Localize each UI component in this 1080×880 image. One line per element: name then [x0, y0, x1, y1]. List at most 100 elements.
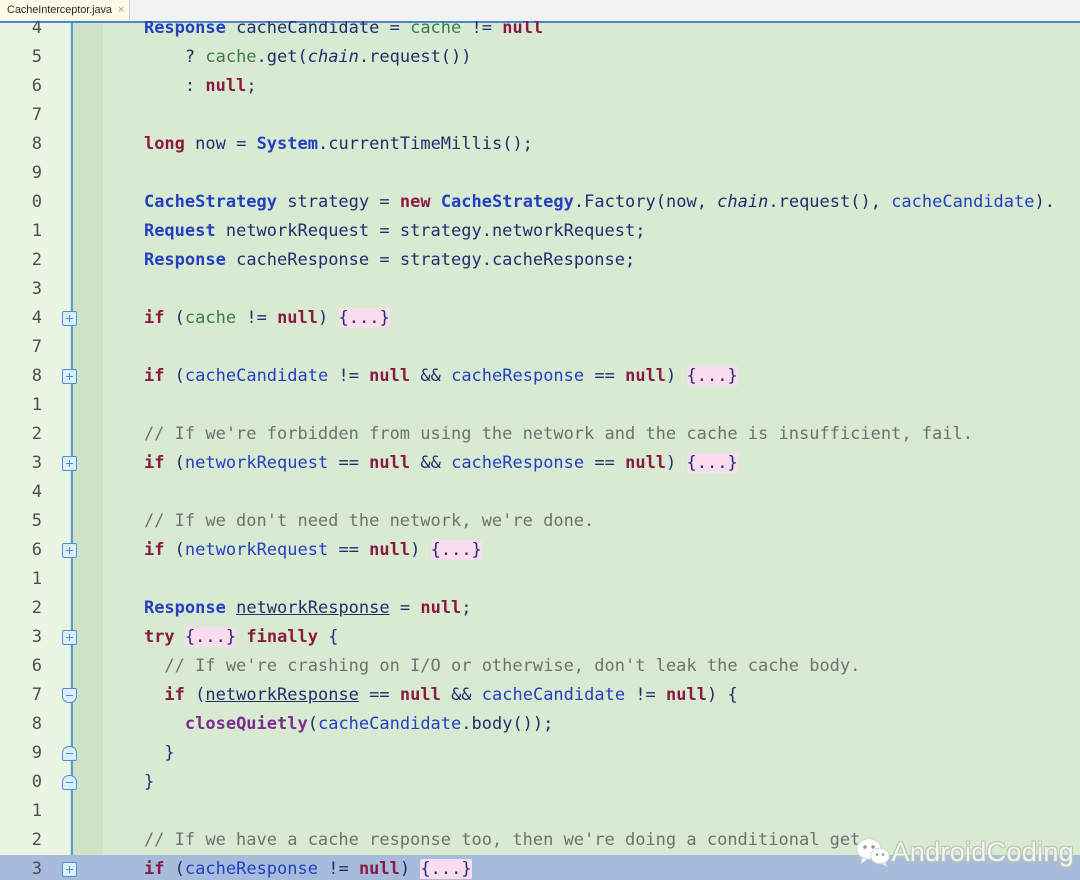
code-line[interactable]: 4 if (cache != null) {...} — [0, 304, 1080, 333]
code-line[interactable]: 4 Response cacheCandidate = cache != nul… — [0, 21, 1080, 43]
code-token: Response — [143, 21, 226, 38]
code-token: cacheCandidate — [184, 366, 329, 386]
code-line[interactable]: 6 // If we're crashing on I/O or otherwi… — [0, 652, 1080, 681]
code-line[interactable]: 2 Response cacheResponse = strategy.cach… — [0, 246, 1080, 275]
code-token: == — [328, 540, 370, 560]
line-number: 5 — [31, 47, 42, 67]
code-token: == — [584, 366, 626, 386]
code-token: } — [103, 743, 175, 763]
fold-expand-icon[interactable] — [62, 369, 77, 384]
line-number: 1 — [31, 569, 42, 589]
code-token: long — [143, 134, 185, 154]
code-token: null — [205, 76, 247, 96]
code-line[interactable]: 5 ? cache.get(chain.request()) — [0, 43, 1080, 72]
code-line[interactable]: 1 — [0, 797, 1080, 826]
code-token: ) — [666, 453, 687, 473]
code-editor-window: CacheInterceptor.java × 4 Response cache… — [0, 0, 1080, 880]
code-token: null — [277, 308, 319, 328]
line-number: 8 — [31, 714, 42, 734]
code-line[interactable]: 1 — [0, 391, 1080, 420]
fold-region-start-icon[interactable] — [62, 688, 77, 703]
line-number: 7 — [31, 105, 42, 125]
code-text: Response networkResponse = null; — [103, 594, 472, 623]
code-token: .request(), — [768, 192, 892, 212]
line-number: 2 — [31, 250, 42, 270]
code-token: if — [143, 540, 165, 560]
folded-code-placeholder[interactable]: {...} — [686, 366, 738, 386]
line-number: 3 — [31, 627, 42, 647]
code-token: ( — [164, 308, 185, 328]
code-line[interactable]: 3 if (networkRequest == null && cacheRes… — [0, 449, 1080, 478]
code-line[interactable]: 3 if (cacheResponse != null) {...} — [0, 855, 1080, 880]
code-line[interactable]: 2 Response networkResponse = null; — [0, 594, 1080, 623]
code-line[interactable]: 7 — [0, 333, 1080, 362]
code-line[interactable]: 5 // If we don't need the network, we're… — [0, 507, 1080, 536]
code-token: != — [625, 685, 667, 705]
folded-code-placeholder[interactable]: {...} — [686, 453, 738, 473]
code-token: .body()); — [461, 714, 554, 734]
code-line[interactable]: 8 long now = System.currentTimeMillis(); — [0, 130, 1080, 159]
code-line[interactable]: 8 closeQuietly(cacheCandidate.body()); — [0, 710, 1080, 739]
code-line[interactable]: 7 if (networkResponse == null && cacheCa… — [0, 681, 1080, 710]
folded-code-placeholder[interactable]: {...} — [420, 859, 472, 879]
code-token: CacheStrategy — [440, 192, 574, 212]
folded-code-placeholder[interactable]: {...} — [184, 627, 237, 647]
code-line[interactable]: 2 // If we have a cache response too, th… — [0, 826, 1080, 855]
code-token: cacheCandidate — [891, 192, 1035, 212]
code-token: cacheResponse — [451, 453, 585, 473]
line-number: 1 — [31, 395, 42, 415]
code-token: if — [143, 453, 165, 473]
fold-expand-icon[interactable] — [62, 311, 77, 326]
line-number: 7 — [31, 685, 42, 705]
code-line[interactable]: 0 CacheStrategy strategy = new CacheStra… — [0, 188, 1080, 217]
code-token: chain — [717, 192, 769, 212]
code-line[interactable]: 6 : null; — [0, 72, 1080, 101]
code-line[interactable]: 4 — [0, 478, 1080, 507]
code-token: ; — [461, 598, 472, 618]
line-number: 1 — [31, 801, 42, 821]
code-line[interactable]: 0 } — [0, 768, 1080, 797]
folded-code-placeholder[interactable]: {...} — [430, 540, 482, 560]
code-text: if (cache != null) {...} — [103, 304, 390, 333]
code-token: Request — [143, 221, 216, 241]
code-line[interactable]: 2 // If we're forbidden from using the n… — [0, 420, 1080, 449]
code-editor[interactable]: 4 Response cacheCandidate = cache != nul… — [0, 21, 1080, 880]
code-token: ( — [184, 685, 206, 705]
fold-expand-icon[interactable] — [62, 456, 77, 471]
fold-expand-icon[interactable] — [62, 862, 77, 877]
code-token: ( — [164, 366, 185, 386]
code-token: cache — [410, 21, 462, 38]
code-token: networkResponse — [205, 685, 359, 705]
code-line[interactable]: 1 Request networkRequest = strategy.netw… — [0, 217, 1080, 246]
code-token: ( — [164, 859, 185, 879]
code-line[interactable]: 8 if (cacheCandidate != null && cacheRes… — [0, 362, 1080, 391]
code-text: // If we're forbidden from using the net… — [103, 420, 973, 449]
code-line[interactable]: 6 if (networkRequest == null) {...} — [0, 536, 1080, 565]
code-token: cacheCandidate = — [225, 21, 411, 38]
code-text: } — [103, 739, 175, 768]
code-line[interactable]: 7 — [0, 101, 1080, 130]
code-token: && — [440, 685, 482, 705]
code-line[interactable]: 3 — [0, 275, 1080, 304]
code-line[interactable]: 3 try {...} finally { — [0, 623, 1080, 652]
code-token: { — [318, 627, 339, 647]
code-line[interactable]: 9 } — [0, 739, 1080, 768]
fold-expand-icon[interactable] — [62, 543, 77, 558]
code-token: ( — [164, 453, 185, 473]
code-token: networkRequest = strategy.networkRequest… — [215, 221, 646, 241]
close-icon[interactable]: × — [118, 4, 124, 16]
editor-tab[interactable]: CacheInterceptor.java × — [0, 0, 131, 20]
fold-region-end-icon[interactable] — [62, 775, 77, 790]
line-number: 4 — [31, 308, 42, 328]
code-line[interactable]: 1 — [0, 565, 1080, 594]
fold-region-end-icon[interactable] — [62, 746, 77, 761]
code-token: ) — [410, 540, 431, 560]
folded-code-placeholder[interactable]: {...} — [338, 308, 390, 328]
fold-expand-icon[interactable] — [62, 630, 77, 645]
code-line[interactable]: 9 — [0, 159, 1080, 188]
